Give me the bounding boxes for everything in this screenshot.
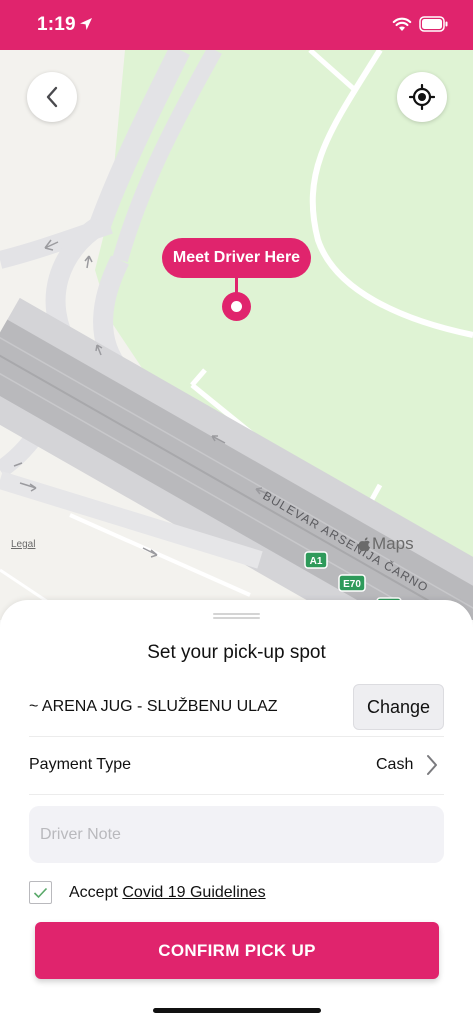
status-time: 1:19 (37, 14, 76, 35)
status-bar: 1:19 (0, 0, 473, 50)
back-button[interactable] (27, 72, 77, 122)
maps-attribution: Maps (358, 534, 414, 554)
meet-driver-marker-label: Meet Driver Here (162, 238, 311, 278)
map-view[interactable]: BULEVAR ARSENIJA ČARNO A1 E70 Meet Drive… (0, 50, 473, 620)
payment-type-value[interactable]: Cash (376, 756, 413, 774)
driver-note-input[interactable] (29, 806, 444, 863)
road-shield-a1: A1 (304, 551, 328, 569)
change-spot-button[interactable]: Change (353, 684, 444, 730)
covid-guidelines-checkbox[interactable] (29, 881, 52, 904)
confirm-pick-up-button[interactable]: CONFIRM PICK UP (35, 922, 439, 979)
checkmark-icon (33, 887, 48, 898)
crosshair-icon (409, 84, 435, 110)
svg-text:A1: A1 (310, 556, 323, 567)
accept-prefix: Accept (69, 884, 118, 901)
battery-icon (419, 16, 448, 32)
apple-logo-icon (358, 537, 370, 551)
payment-type-label[interactable]: Payment Type (29, 756, 131, 774)
pin-center (231, 301, 242, 312)
covid-guidelines-link[interactable]: Covid 19 Guidelines (122, 884, 265, 901)
accept-guidelines-text: Accept Covid 19 Guidelines (69, 884, 266, 902)
pickup-spot-name: ~ ARENA JUG - SLUŽBENU ULAZ (29, 698, 278, 715)
maps-brand-text: Maps (372, 534, 414, 553)
road-shield-e70: E70 (338, 574, 366, 592)
sheet-grabber[interactable] (213, 613, 260, 619)
locate-me-button[interactable] (397, 72, 447, 122)
pickup-pin-icon[interactable] (222, 292, 251, 321)
chevron-left-icon (46, 86, 58, 108)
location-arrow-icon (80, 18, 92, 30)
home-indicator (153, 1008, 321, 1013)
pickup-bottom-sheet: Set your pick-up spot ~ ARENA JUG - SLUŽ… (0, 600, 473, 1024)
wifi-icon (392, 17, 412, 31)
divider (29, 794, 444, 795)
divider (29, 736, 444, 737)
chevron-right-icon[interactable] (425, 753, 439, 777)
svg-text:E70: E70 (343, 579, 361, 590)
sheet-title: Set your pick-up spot (147, 642, 326, 663)
legal-link[interactable]: Legal (11, 539, 35, 550)
